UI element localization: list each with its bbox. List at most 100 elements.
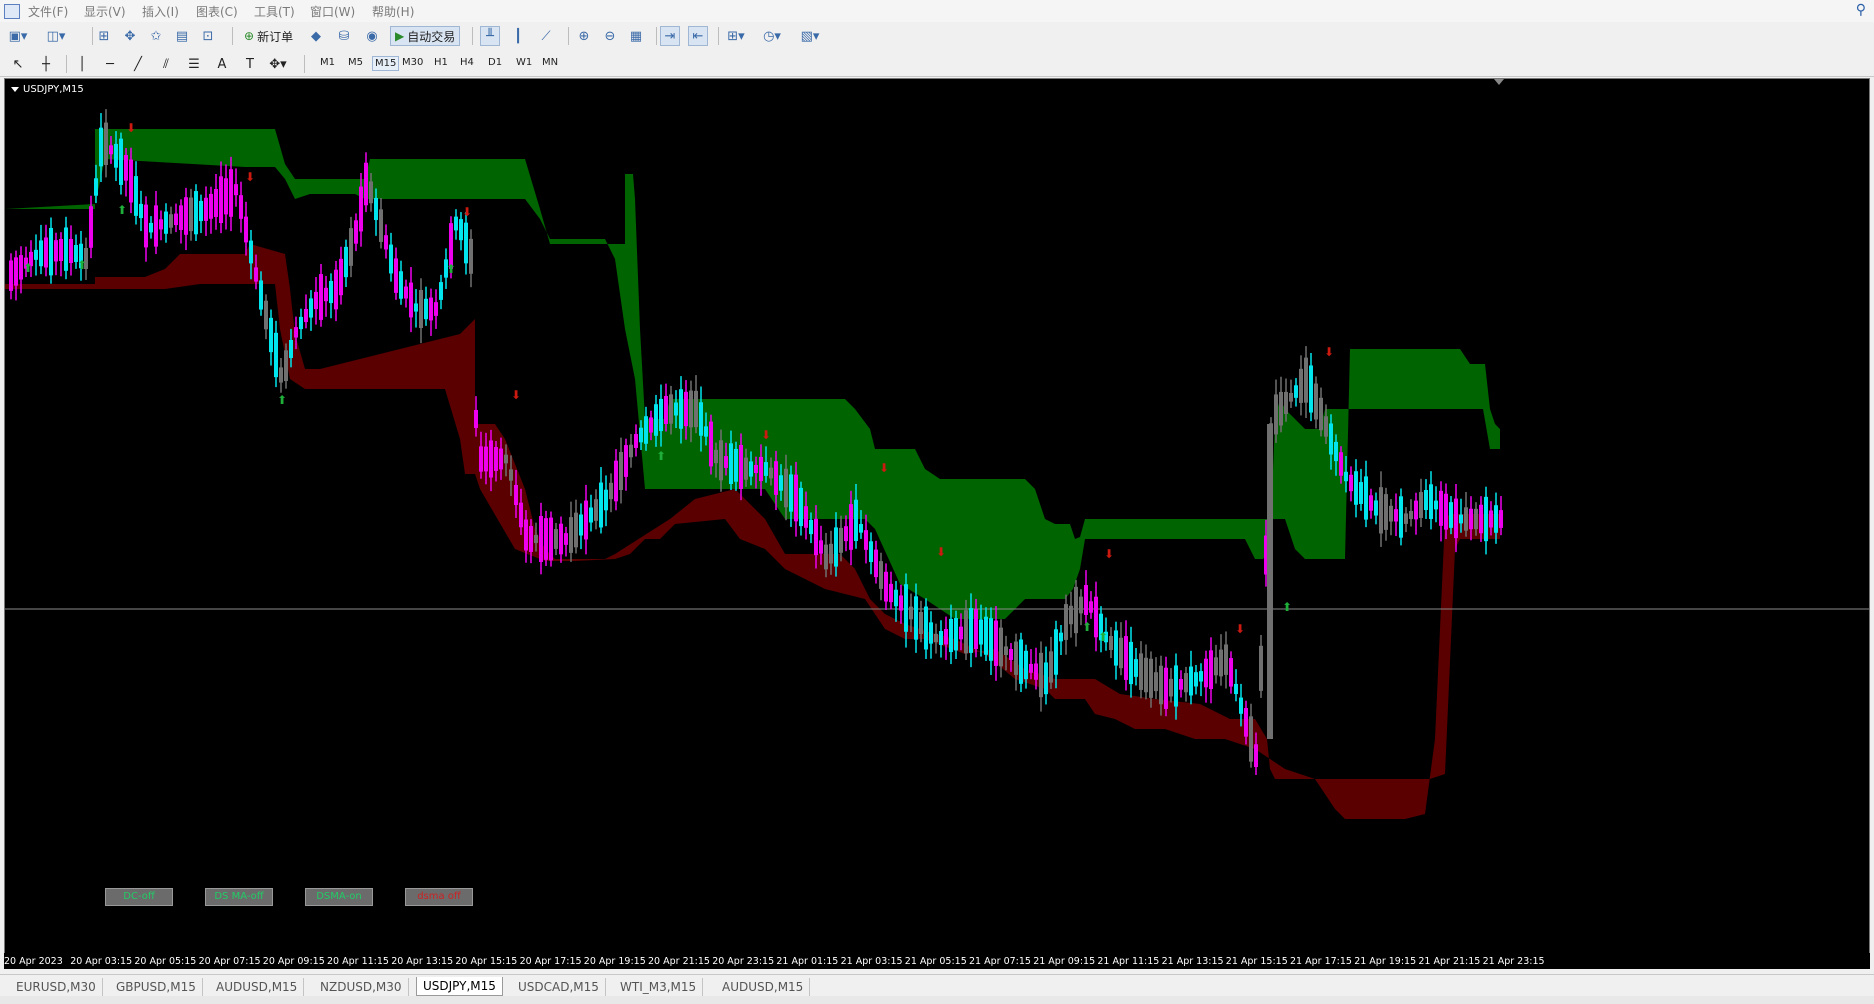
price-chart[interactable]: USDJPY,M15 ⬆ ⬆ ⬆ ⬆ ⬆ ⬆ ⬆ ⬆ ⬆ ⬇ ⬇ ⬇ ⬇ ⬇ ⬇ ⬇ ⬇ ⬇ ⬇ DC-off DS… bbox=[4, 78, 1870, 954]
timeframe-mn[interactable]: MN bbox=[540, 56, 560, 69]
candle-body bbox=[134, 176, 138, 216]
candle-body bbox=[504, 454, 508, 464]
strategy-tester-icon[interactable]: ⊡ bbox=[198, 26, 218, 46]
time-label: 20 Apr 11:15 bbox=[327, 956, 389, 967]
candle-body bbox=[999, 627, 1003, 667]
indicators-icon[interactable]: ⊞▾ bbox=[726, 26, 746, 46]
buy-signal-arrow-icon: ⬆ bbox=[277, 393, 287, 407]
tab-audusd-m15-2[interactable]: AUDUSD,M15 bbox=[716, 978, 811, 996]
zoom-in-icon[interactable]: ⊕ bbox=[574, 26, 594, 46]
candle-body bbox=[1139, 653, 1143, 690]
metaeditor-icon[interactable]: ◆ bbox=[306, 26, 326, 46]
profiles-icon[interactable]: ◫▾ bbox=[46, 26, 66, 46]
timeframe-h1[interactable]: H1 bbox=[432, 56, 450, 69]
candle-body bbox=[1319, 397, 1323, 431]
candle-body bbox=[1214, 657, 1218, 676]
tab-audusd-m15[interactable]: AUDUSD,M15 bbox=[210, 978, 305, 996]
templates-icon[interactable]: ▧▾ bbox=[800, 26, 820, 46]
menu-file[interactable]: 文件(F) bbox=[28, 3, 68, 20]
chart-shift-icon[interactable]: ⇤ bbox=[688, 26, 708, 46]
auto-trading-button[interactable]: ▶ 自动交易 bbox=[390, 26, 461, 46]
menu-charts[interactable]: 图表(C) bbox=[196, 3, 238, 20]
candle-body bbox=[854, 499, 858, 541]
timeframe-d1[interactable]: D1 bbox=[486, 56, 504, 69]
tab-wti-m3-m15[interactable]: WTI_M3,M15 bbox=[614, 978, 704, 996]
cursor-icon[interactable]: ↖ bbox=[8, 54, 28, 74]
tab-nzdusd-m30[interactable]: NZDUSD,M30 bbox=[314, 978, 409, 996]
horizontal-line-icon[interactable]: ─ bbox=[100, 54, 120, 74]
candle-body bbox=[604, 489, 608, 511]
chart-shift-marker[interactable] bbox=[1494, 79, 1504, 85]
tab-usdjpy-m15[interactable]: USDJPY,M15 bbox=[416, 977, 503, 996]
sell-signal-arrow-icon: ⬇ bbox=[245, 170, 255, 184]
data-window-icon[interactable]: ✥ bbox=[120, 26, 140, 46]
vertical-line-icon[interactable]: │ bbox=[72, 54, 92, 74]
candle-body bbox=[1429, 484, 1433, 520]
periods-icon[interactable]: ◷▾ bbox=[762, 26, 782, 46]
dsma-off-toggle-button[interactable]: dsma off bbox=[405, 888, 473, 906]
market-icon[interactable]: ◉ bbox=[362, 26, 382, 46]
candle-body bbox=[524, 519, 528, 551]
menu-window[interactable]: 窗口(W) bbox=[310, 3, 355, 20]
menu-insert[interactable]: 插入(I) bbox=[142, 3, 179, 20]
timeframe-m1[interactable]: M1 bbox=[318, 56, 337, 69]
crosshair-icon[interactable]: ┼ bbox=[36, 54, 56, 74]
candle-body bbox=[344, 246, 348, 278]
tab-gbpusd-m15[interactable]: GBPUSD,M15 bbox=[110, 978, 203, 996]
candle-body bbox=[629, 444, 633, 458]
bar-chart-icon[interactable]: ╨ bbox=[480, 26, 500, 46]
candle-body bbox=[1124, 636, 1128, 680]
trendline-icon[interactable]: ╱ bbox=[128, 54, 148, 74]
menu-tools[interactable]: 工具(T) bbox=[254, 3, 295, 20]
timeframe-m30[interactable]: M30 bbox=[400, 56, 425, 69]
candle-body bbox=[664, 395, 668, 425]
timeframe-m15[interactable]: M15 bbox=[372, 56, 400, 71]
navigator-icon[interactable]: ✩ bbox=[146, 26, 166, 46]
chart-canvas: ⬆ ⬆ ⬆ ⬆ ⬆ ⬆ ⬆ ⬆ ⬆ ⬇ ⬇ ⬇ ⬇ ⬇ ⬇ ⬇ ⬇ ⬇ ⬇ bbox=[5, 79, 1869, 819]
line-chart-icon[interactable]: ⟋ bbox=[536, 26, 556, 46]
menu-view[interactable]: 显示(V) bbox=[84, 3, 126, 20]
autoscroll-icon[interactable]: ⇥ bbox=[660, 26, 680, 46]
dc-toggle-button[interactable]: DC-off bbox=[105, 888, 173, 906]
candle-body bbox=[1224, 644, 1228, 675]
candle-body bbox=[694, 390, 698, 428]
menu-bar: 文件(F) 显示(V) 插入(I) 图表(C) 工具(T) 窗口(W) 帮助(H… bbox=[0, 0, 1874, 22]
market-watch-icon[interactable]: ⊞ bbox=[94, 26, 114, 46]
candle-body bbox=[109, 145, 113, 155]
text-icon[interactable]: A bbox=[212, 54, 232, 74]
timeframe-m5[interactable]: M5 bbox=[346, 56, 365, 69]
text-label-icon[interactable]: T bbox=[240, 54, 260, 74]
candlestick-icon[interactable]: ┃ bbox=[508, 26, 528, 46]
dsma-on-toggle-button[interactable]: DSMA-on bbox=[305, 888, 373, 906]
timeframe-w1[interactable]: W1 bbox=[514, 56, 534, 69]
candle-body bbox=[1174, 665, 1178, 707]
dsma-ma-toggle-button[interactable]: DS MA-off bbox=[205, 888, 273, 906]
time-label: 20 Apr 23:15 bbox=[712, 956, 775, 967]
arrows-icon[interactable]: ✥▾ bbox=[268, 54, 288, 74]
terminal-icon[interactable]: ▤ bbox=[172, 26, 192, 46]
candle-body bbox=[329, 280, 333, 304]
candle-body bbox=[34, 249, 38, 260]
timeframe-h4[interactable]: H4 bbox=[458, 56, 476, 69]
candle-body bbox=[1194, 672, 1198, 687]
candle-body bbox=[584, 500, 588, 540]
time-label: 21 Apr 15:15 bbox=[1225, 956, 1288, 967]
menu-help[interactable]: 帮助(H) bbox=[372, 3, 414, 20]
signals-icon[interactable]: ⛁ bbox=[334, 26, 354, 46]
time-label: 21 Apr 03:15 bbox=[840, 956, 903, 967]
tab-eurusd-m30[interactable]: EURUSD,M30 bbox=[10, 978, 103, 996]
candle-body bbox=[1089, 601, 1093, 613]
fibonacci-icon[interactable]: ☰ bbox=[184, 54, 204, 74]
new-chart-icon[interactable]: ▣▾ bbox=[8, 26, 28, 46]
candle-body bbox=[474, 409, 478, 429]
auto-trading-icon: ▶ bbox=[395, 29, 405, 43]
candle-body bbox=[294, 327, 298, 338]
search-icon[interactable]: ⚲ bbox=[1856, 2, 1866, 18]
equidistant-channel-icon[interactable]: ⫽ bbox=[156, 54, 176, 74]
zoom-out-icon[interactable]: ⊖ bbox=[600, 26, 620, 46]
tile-windows-icon[interactable]: ▦ bbox=[626, 26, 646, 46]
new-order-button[interactable]: ⊕ 新订单 bbox=[240, 26, 297, 46]
candle-body bbox=[164, 211, 168, 234]
tab-usdcad-m15[interactable]: USDCAD,M15 bbox=[512, 978, 606, 996]
candle-body bbox=[599, 482, 603, 528]
